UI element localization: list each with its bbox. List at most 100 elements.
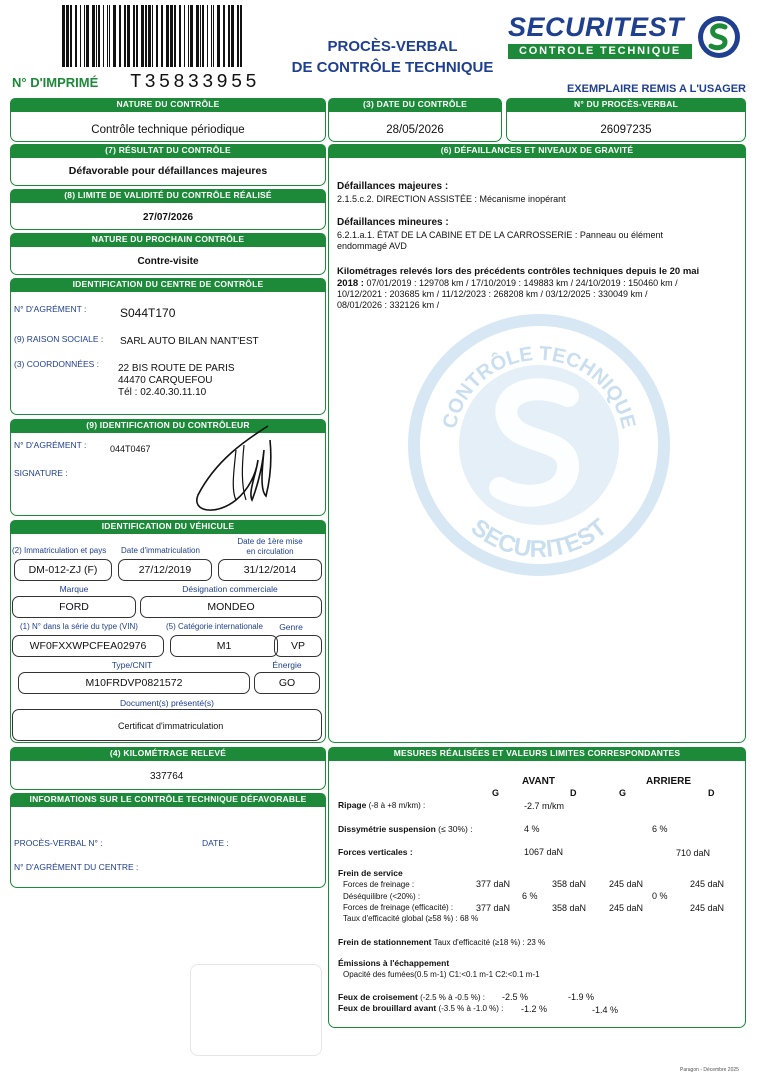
- mileage-value: 337764: [150, 771, 184, 782]
- barcode-bar: [174, 5, 176, 67]
- control-nature: Contrôle technique périodique: [91, 124, 245, 136]
- nature-header: NATURE DU CONTRÔLE: [10, 98, 326, 111]
- watermark-logo: CONTRÔLE TECHNIQUE SECURITEST: [408, 314, 670, 576]
- control-date: 28/05/2026: [386, 124, 444, 136]
- forces-freinage-label: Forces de freinage :: [343, 880, 415, 889]
- document-title-line1: PROCÈS-VERBAL: [327, 38, 458, 55]
- croisement-d: -1.9 %: [568, 992, 595, 1002]
- avant-g-label: G: [492, 788, 500, 798]
- pv-number: 26097235: [600, 124, 652, 136]
- marque-label: Marque: [59, 584, 89, 594]
- km-history-title: Kilométrages relevés lors des précédents…: [337, 266, 700, 277]
- emissions-label: Émissions à l'échappement: [338, 958, 450, 968]
- categorie-field: M1: [170, 635, 278, 657]
- unfavourable-agrement-label: N° D'AGRÉMENT DU CENTRE :: [14, 862, 139, 872]
- printer-footer: Paragon - Décembre 2025: [680, 1067, 739, 1073]
- barcode-bar: [145, 5, 147, 67]
- pv-header: N° DU PROCÈS-VERBAL: [506, 98, 746, 111]
- ffe-avant-d: 358 daN: [552, 903, 587, 913]
- ripage-row: Ripage (-8 à +8 m/km) :: [338, 800, 425, 810]
- major-defect-1: 2.1.5.c.2. DIRECTION ASSISTÉE : Mécanism…: [337, 194, 566, 204]
- barcode-bar: [188, 5, 189, 67]
- ff-arriere-g: 245 daN: [609, 879, 644, 889]
- document-title-line2: DE CONTRÔLE TECHNIQUE: [291, 59, 494, 76]
- arriere-g-label: G: [619, 788, 627, 798]
- barcode-bar: [127, 5, 130, 67]
- docs-value: Certificat d'immatriculation: [118, 721, 224, 731]
- dissym-label: Dissymétrie suspension: [338, 824, 436, 834]
- minor-defect-1b: endommagé AVD: [337, 241, 407, 251]
- frein-stationnement-value: Taux d'efficacité (≥18 %) : 23 %: [431, 938, 546, 947]
- barcode-bar: [179, 5, 181, 67]
- major-defects-title: Défaillances majeures :: [337, 181, 449, 192]
- croisement-label: Feux de croisement: [338, 992, 418, 1002]
- barcode-bar: [166, 5, 169, 67]
- barcode-bar: [98, 5, 100, 67]
- energie-label: Énergie: [272, 660, 302, 670]
- brouillard-row: Feux de brouillard avant (-3.5 % à -1.0 …: [338, 1003, 503, 1013]
- first-circ-label2: en circulation: [246, 547, 294, 556]
- dissym-avant: 4 %: [524, 824, 540, 834]
- signature-label: SIGNATURE :: [14, 468, 68, 478]
- genre-label: Genre: [279, 622, 303, 632]
- vin-field: WF0FXXWPCFEA02976: [12, 635, 164, 657]
- barcode-bar: [223, 5, 225, 67]
- vehicle-header: IDENTIFICATION DU VÉHICULE: [10, 520, 326, 533]
- minor-defects-title: Défaillances mineures :: [337, 217, 449, 228]
- barcode-bar: [75, 5, 77, 67]
- croisement-g: -2.5 %: [502, 992, 529, 1002]
- barcode-bar: [107, 5, 108, 67]
- deseq-arriere: 0 %: [652, 891, 668, 901]
- copy-label: EXEMPLAIRE REMIS A L'USAGER: [566, 83, 746, 95]
- frein-stationnement-row: Frein de stationnement Taux d'efficacité…: [338, 937, 545, 947]
- ffe-avant-g: 377 daN: [476, 903, 511, 913]
- first-circ-field: 31/12/2014: [218, 559, 322, 581]
- vin-label: (1) N° dans la série du type (VIN): [20, 622, 138, 631]
- barcode-bar: [184, 5, 185, 67]
- date-header: (3) DATE DU CONTRÔLE: [328, 98, 502, 111]
- genre-field: VP: [274, 635, 322, 657]
- barcode-bar: [62, 5, 65, 67]
- frein-stationnement-label: Frein de stationnement: [338, 937, 432, 947]
- measures-header: MESURES RÉALISÉES ET VALEURS LIMITES COR…: [328, 747, 746, 760]
- ripage-label: Ripage: [338, 800, 367, 810]
- barcode-bar: [103, 5, 104, 67]
- printed-number-label: N° D'IMPRIMÉ: [12, 75, 99, 90]
- ffe-arriere-d: 245 daN: [690, 903, 725, 913]
- barcode-bar: [80, 5, 81, 67]
- validity-header: (8) LIMITE DE VALIDITÉ DU CONTRÔLE RÉALI…: [10, 189, 326, 202]
- barcode-bar: [161, 5, 163, 67]
- frein-service-label: Frein de service: [338, 868, 403, 878]
- barcode-bar: [240, 5, 242, 67]
- barcode-bar: [217, 5, 220, 67]
- designation-label: Désignation commerciale: [182, 584, 278, 594]
- date-immat-label: Date d'immatriculation: [121, 546, 200, 555]
- stamp-area: [190, 964, 322, 1056]
- dissym-arriere: 6 %: [652, 824, 668, 834]
- brouillard-g: -1.2 %: [521, 1004, 548, 1014]
- km-history-line2: 10/12/2021 : 203685 km / 11/12/2023 : 26…: [337, 289, 648, 299]
- ripage-limit: (-8 à +8 m/km) :: [366, 801, 426, 810]
- result-header: (7) RÉSULTAT DU CONTRÔLE: [10, 144, 326, 157]
- forces-verticales-arriere: 710 daN: [676, 848, 711, 858]
- desequilibre-label: Déséquilibre (<20%) :: [343, 892, 421, 901]
- emissions-value: Opacité des fumées(0.5 m-1) C1:<0.1 m-1 …: [343, 970, 540, 979]
- centre-agrement-label: N° D'AGRÉMENT :: [14, 304, 87, 314]
- dissym-limit: (≤ 30%) :: [435, 824, 473, 834]
- centre-address1: 22 BIS ROUTE DE PARIS: [118, 363, 235, 374]
- brand-subtitle: CONTROLE TECHNIQUE: [508, 44, 692, 59]
- controleur-agrement-label: N° D'AGRÉMENT :: [14, 440, 87, 450]
- barcode-bar: [213, 5, 214, 67]
- centre-raison: SARL AUTO BILAN NANT'EST: [120, 336, 259, 347]
- barcode-bar: [133, 5, 135, 67]
- km-history-line3: 08/01/2026 : 332126 km /: [337, 300, 440, 310]
- barcode-bar: [148, 5, 151, 67]
- forces-verticales-label: Forces verticales :: [338, 847, 413, 857]
- avant-label: AVANT: [522, 776, 555, 787]
- ff-avant-d: 358 daN: [552, 879, 587, 889]
- immat-field: DM-012-ZJ (F): [14, 559, 112, 581]
- handwritten-signature: [186, 420, 286, 520]
- arriere-d-label: D: [708, 788, 715, 798]
- barcode-bar: [124, 5, 126, 67]
- unfavourable-date-label: DATE :: [202, 838, 229, 848]
